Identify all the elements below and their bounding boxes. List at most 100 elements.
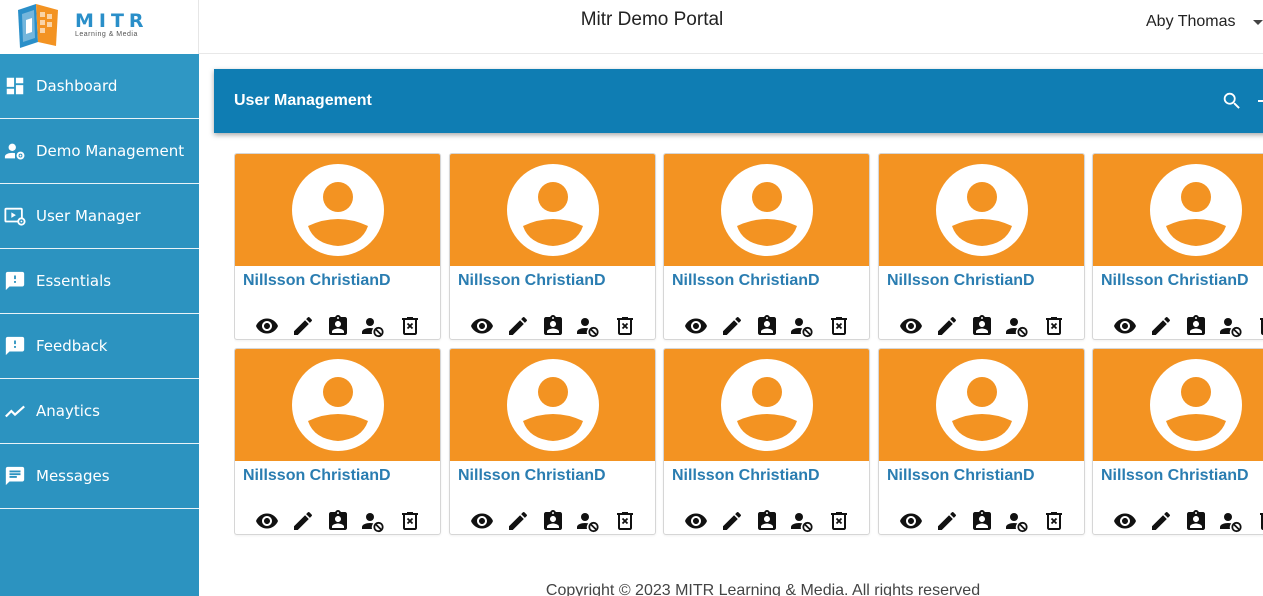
user-card[interactable]: Nillsson ChristianD	[449, 153, 656, 340]
card-user-name[interactable]: Nillsson ChristianD	[458, 272, 606, 290]
assignment-icon[interactable]	[326, 314, 350, 338]
block-user-icon[interactable]	[576, 314, 600, 338]
assignment-icon[interactable]	[755, 314, 779, 338]
view-icon[interactable]	[899, 509, 923, 533]
sidebar-item-analytics[interactable]: Anaytics	[0, 379, 199, 444]
edit-icon[interactable]	[1149, 314, 1173, 338]
block-user-icon[interactable]	[790, 509, 814, 533]
user-menu[interactable]: Aby Thomas	[1146, 13, 1236, 31]
add-icon[interactable]	[1258, 100, 1263, 102]
assignment-icon[interactable]	[1184, 509, 1208, 533]
dashboard-icon	[6, 77, 24, 95]
assignment-icon[interactable]	[755, 509, 779, 533]
view-icon[interactable]	[255, 314, 279, 338]
delete-icon[interactable]	[1256, 509, 1263, 533]
avatar-icon	[721, 359, 813, 451]
view-icon[interactable]	[1113, 314, 1137, 338]
sidebar-item-label: Essentials	[36, 272, 112, 290]
feedback-icon	[5, 271, 25, 291]
user-card[interactable]: Nillsson ChristianD	[1092, 153, 1263, 340]
user-card[interactable]: Nillsson ChristianD	[878, 348, 1085, 535]
edit-icon[interactable]	[935, 509, 959, 533]
assignment-icon[interactable]	[326, 509, 350, 533]
logo-wordmark: MITR	[75, 10, 149, 32]
avatar-icon	[292, 359, 384, 451]
card-media	[450, 349, 655, 461]
delete-icon[interactable]	[613, 314, 637, 338]
delete-icon[interactable]	[398, 314, 422, 338]
assignment-icon[interactable]	[541, 509, 565, 533]
page-title: Mitr Demo Portal	[580, 9, 724, 30]
block-user-icon[interactable]	[576, 509, 600, 533]
assignment-icon[interactable]	[541, 314, 565, 338]
user-card[interactable]: Nillsson ChristianD	[234, 153, 441, 340]
edit-icon[interactable]	[291, 509, 315, 533]
card-user-name[interactable]: Nillsson ChristianD	[672, 467, 820, 485]
section-header: User Management	[214, 69, 1263, 133]
assignment-icon[interactable]	[970, 314, 994, 338]
chevron-down-icon[interactable]	[1253, 20, 1263, 25]
edit-icon[interactable]	[1149, 509, 1173, 533]
avatar-icon	[936, 359, 1028, 451]
sidebar-item-label: Messages	[36, 467, 110, 485]
block-user-icon[interactable]	[1005, 314, 1029, 338]
card-user-name[interactable]: Nillsson ChristianD	[243, 272, 391, 290]
delete-icon[interactable]	[827, 509, 851, 533]
view-icon[interactable]	[684, 509, 708, 533]
user-card[interactable]: Nillsson ChristianD	[1092, 348, 1263, 535]
sidebar-item-label: Feedback	[36, 337, 108, 355]
user-card[interactable]: Nillsson ChristianD	[234, 348, 441, 535]
search-icon[interactable]	[1221, 90, 1243, 112]
avatar-icon	[1150, 164, 1242, 256]
card-user-name[interactable]: Nillsson ChristianD	[243, 467, 391, 485]
edit-icon[interactable]	[935, 314, 959, 338]
block-user-icon[interactable]	[1219, 314, 1243, 338]
delete-icon[interactable]	[1256, 314, 1263, 338]
user-card[interactable]: Nillsson ChristianD	[663, 153, 870, 340]
user-card[interactable]: Nillsson ChristianD	[449, 348, 656, 535]
sidebar-item-messages[interactable]: Messages	[0, 444, 199, 509]
block-user-icon[interactable]	[361, 314, 385, 338]
edit-icon[interactable]	[291, 314, 315, 338]
view-icon[interactable]	[1113, 509, 1137, 533]
block-user-icon[interactable]	[361, 509, 385, 533]
top-bar: Mitr Demo Portal Aby Thomas	[199, 0, 1263, 54]
view-icon[interactable]	[684, 314, 708, 338]
delete-icon[interactable]	[827, 314, 851, 338]
delete-icon[interactable]	[1042, 509, 1066, 533]
sidebar-item-user-manager[interactable]: User Manager	[0, 184, 199, 249]
block-user-icon[interactable]	[1219, 509, 1243, 533]
assignment-icon[interactable]	[1184, 314, 1208, 338]
card-user-name[interactable]: Nillsson ChristianD	[887, 272, 1035, 290]
edit-icon[interactable]	[720, 314, 744, 338]
card-user-name[interactable]: Nillsson ChristianD	[672, 272, 820, 290]
delete-icon[interactable]	[613, 509, 637, 533]
sidebar-item-essentials[interactable]: Essentials	[0, 249, 199, 314]
edit-icon[interactable]	[506, 314, 530, 338]
user-settings-icon	[4, 143, 25, 160]
delete-icon[interactable]	[398, 509, 422, 533]
section-title: User Management	[234, 92, 372, 109]
view-icon[interactable]	[470, 509, 494, 533]
user-card[interactable]: Nillsson ChristianD	[663, 348, 870, 535]
edit-icon[interactable]	[506, 509, 530, 533]
logo[interactable]: MITR Learning & Media	[0, 0, 199, 54]
edit-icon[interactable]	[720, 509, 744, 533]
card-user-name[interactable]: Nillsson ChristianD	[1101, 272, 1249, 290]
footer: Copyright © 2023 MITR Learning & Media. …	[545, 582, 981, 596]
block-user-icon[interactable]	[1005, 509, 1029, 533]
card-user-name[interactable]: Nillsson ChristianD	[1101, 467, 1249, 485]
view-icon[interactable]	[899, 314, 923, 338]
block-user-icon[interactable]	[790, 314, 814, 338]
delete-icon[interactable]	[1042, 314, 1066, 338]
view-icon[interactable]	[470, 314, 494, 338]
view-icon[interactable]	[255, 509, 279, 533]
card-user-name[interactable]: Nillsson ChristianD	[887, 467, 1035, 485]
card-user-name[interactable]: Nillsson ChristianD	[458, 467, 606, 485]
sidebar-item-dashboard[interactable]: Dashboard	[0, 54, 199, 119]
avatar-icon	[936, 164, 1028, 256]
sidebar-item-feedback[interactable]: Feedback	[0, 314, 199, 379]
sidebar-item-demo-management[interactable]: Demo Management	[0, 119, 199, 184]
assignment-icon[interactable]	[970, 509, 994, 533]
user-card[interactable]: Nillsson ChristianD	[878, 153, 1085, 340]
